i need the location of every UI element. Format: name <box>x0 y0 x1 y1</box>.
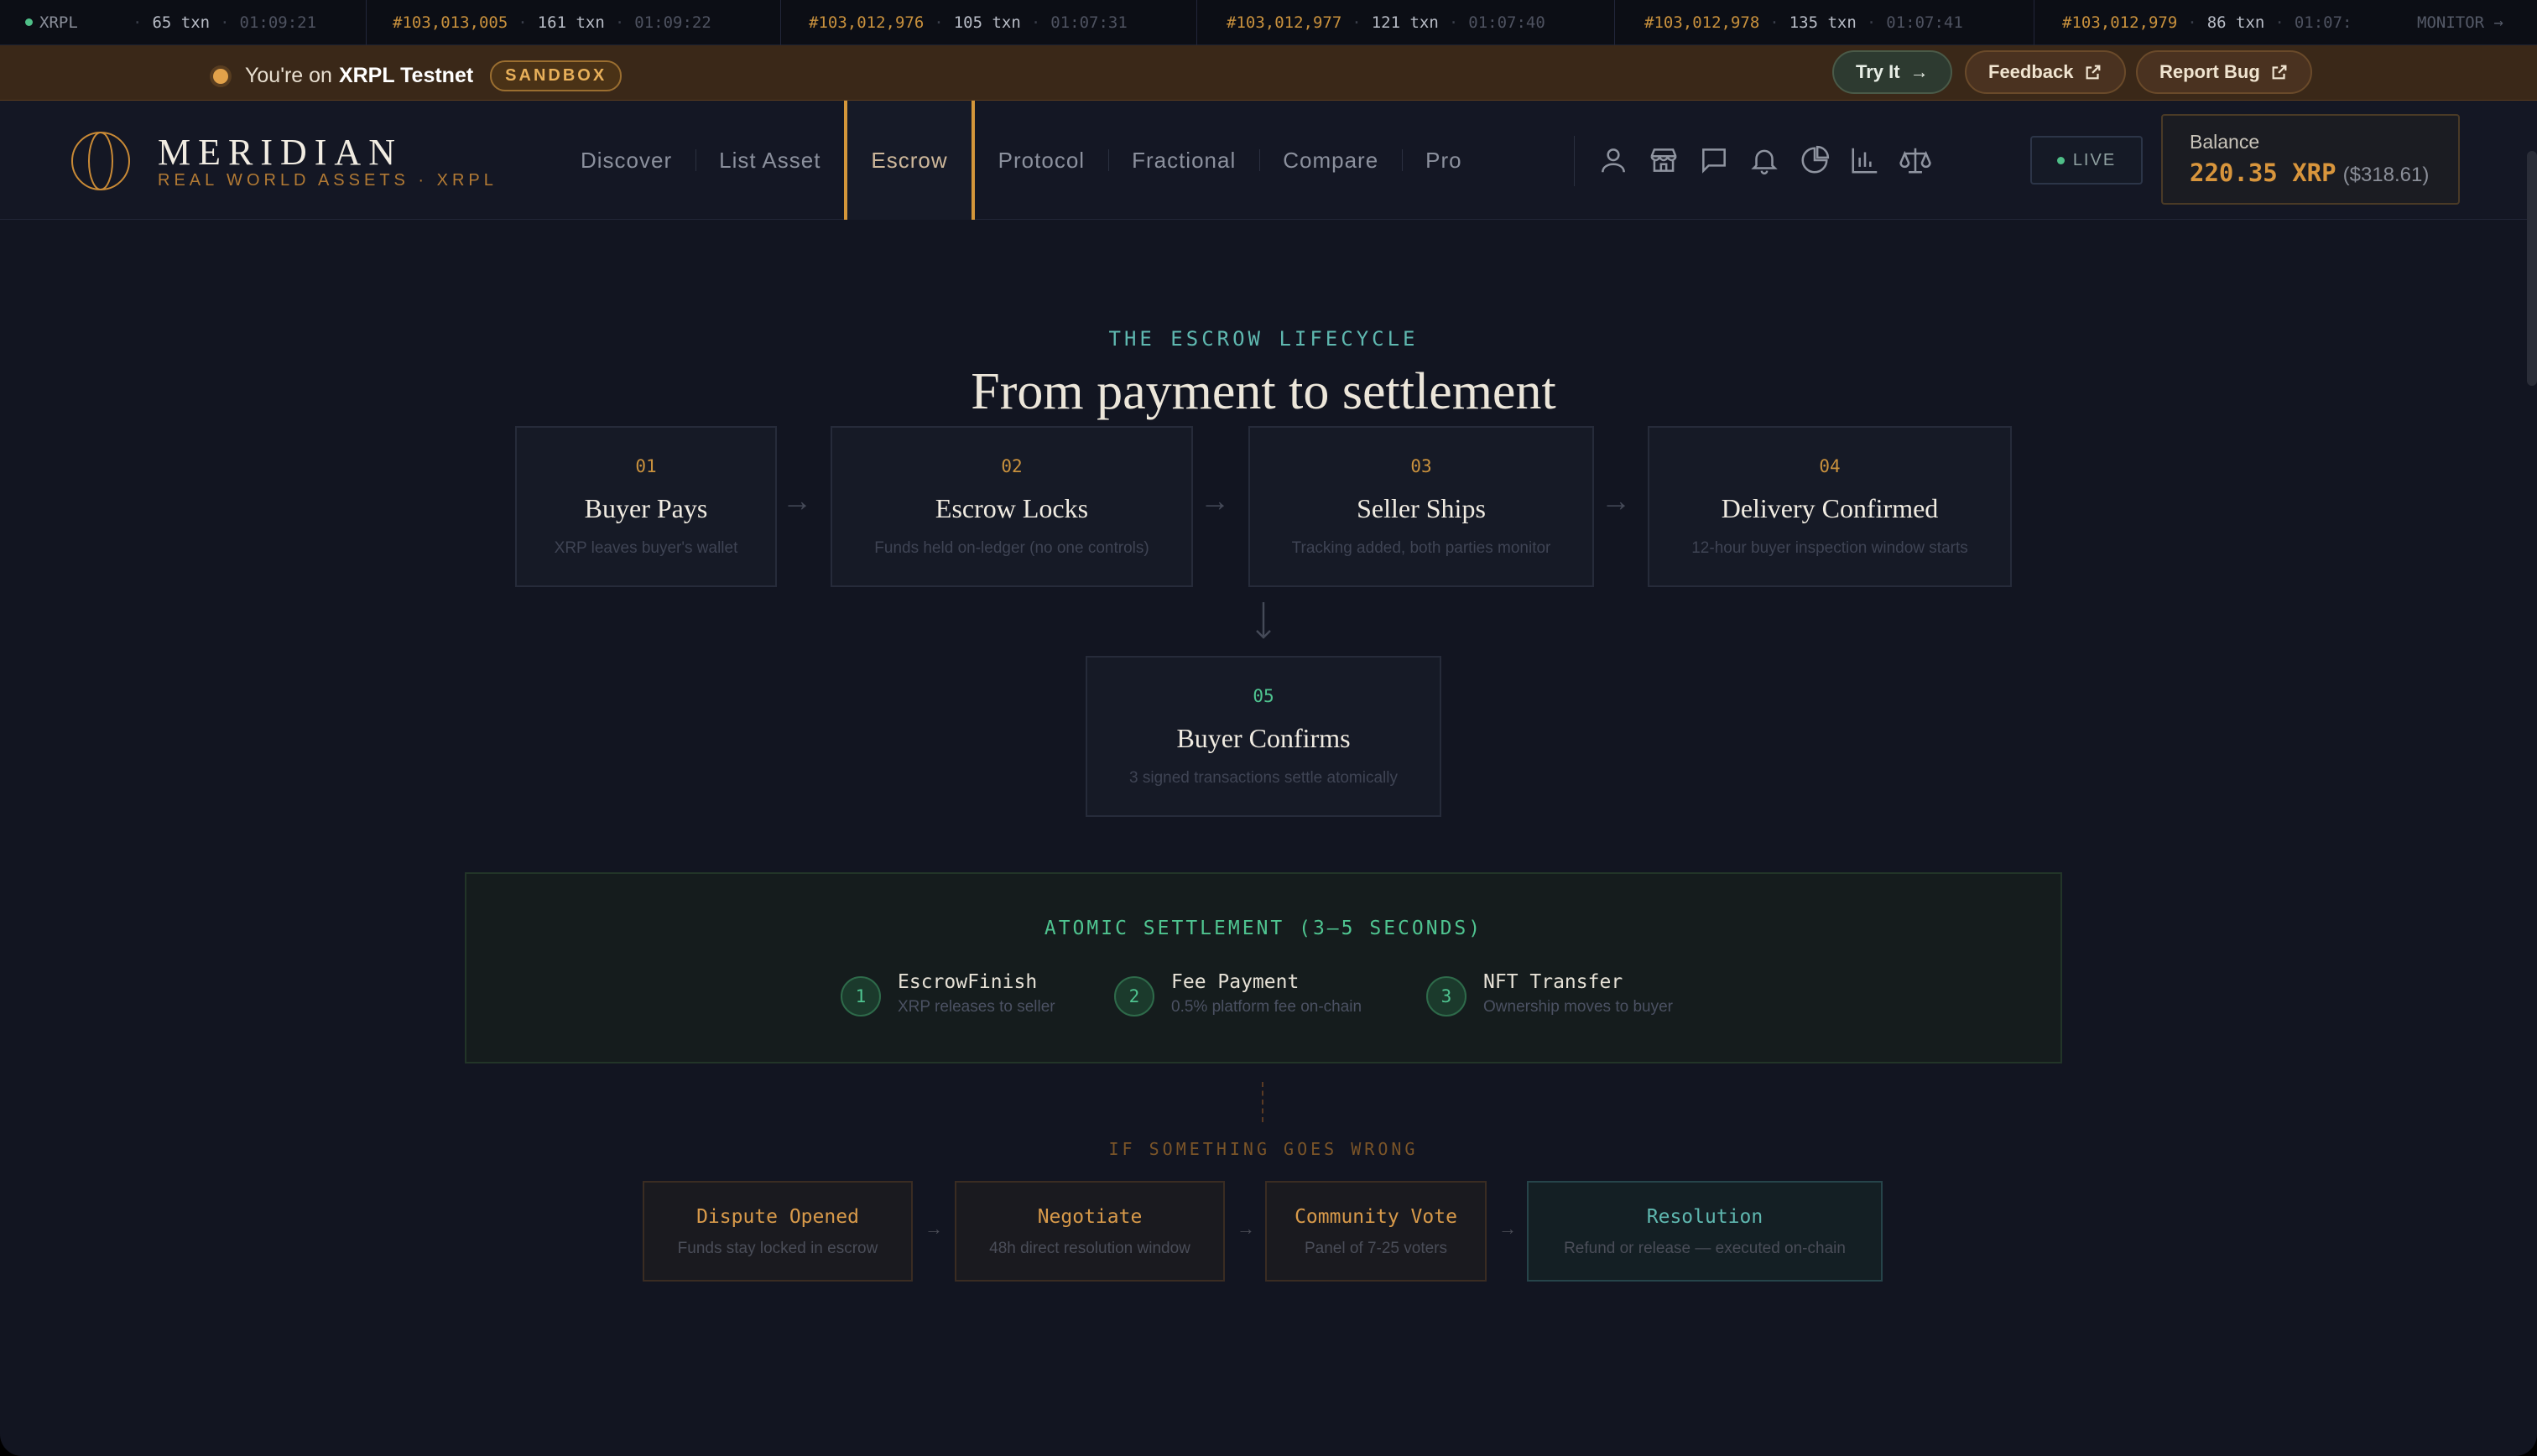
nav-compare[interactable]: Compare <box>1259 101 1402 220</box>
chat-icon[interactable] <box>1698 144 1730 176</box>
ticker-item: #103,013,005 · 161 txn · 01:09:22 <box>393 13 711 32</box>
live-status-badge[interactable]: LIVE <box>2030 136 2143 185</box>
section-title: From payment to settlement <box>971 363 1556 420</box>
lifecycle-step: 04 Delivery Confirmed 12-hour buyer insp… <box>1648 426 2012 587</box>
nav-list-asset[interactable]: List Asset <box>695 101 844 220</box>
main-nav: Discover List Asset Escrow Protocol Frac… <box>557 101 1486 220</box>
brand-name[interactable]: MERIDIAN <box>158 131 403 174</box>
balance-amount: 220.35 XRP <box>2190 159 2336 187</box>
brand-tagline: REAL WORLD ASSETS · XRPL <box>158 171 498 190</box>
external-link-icon <box>2272 65 2287 80</box>
arrow-right-icon: → <box>1237 1218 1255 1239</box>
settlement-tx: 1 EscrowFinish XRP releases to seller <box>841 971 1055 1017</box>
monitor-link[interactable]: MONITOR → <box>2400 13 2503 32</box>
nav-pro[interactable]: Pro <box>1402 101 1485 220</box>
dispute-step: Dispute Opened Funds stay locked in escr… <box>643 1181 913 1282</box>
ledger-ticker: XRPL · 65 txn · 01:09:21 #103,013,005 · 161 t… <box>0 0 2537 45</box>
ticker-item: · 65 txn · 01:09:21 <box>133 13 317 32</box>
try-it-button[interactable]: Try It → <box>1832 50 1952 94</box>
arrow-right-icon: → <box>782 483 812 517</box>
lifecycle-step: 01 Buyer Pays XRP leaves buyer's wallet <box>515 426 777 587</box>
status-dot-icon <box>213 68 228 84</box>
atomic-settlement-panel: ATOMIC SETTLEMENT (3–5 SECONDS) 1 Escrow… <box>465 872 2062 1063</box>
ticker-item: #103,012,978 · 135 txn · 01:07:41 <box>1644 13 1963 32</box>
balance-card[interactable]: Balance 220.35 XRP ($318.61) <box>2161 114 2460 205</box>
balance-usd: ($318.61) <box>2342 164 2430 186</box>
bell-icon[interactable] <box>1748 144 1780 176</box>
dispute-eyebrow: IF SOMETHING GOES WRONG <box>1108 1139 1419 1159</box>
section-eyebrow: THE ESCROW LIFECYCLE <box>1108 327 1419 351</box>
network-name: XRPL Testnet <box>338 64 474 87</box>
bar-chart-icon[interactable] <box>1849 144 1881 176</box>
nav-escrow[interactable]: Escrow <box>844 101 975 220</box>
dispute-step-resolution: Resolution Refund or release — executed … <box>1527 1181 1883 1282</box>
app-window: XRPL · 65 txn · 01:09:21 #103,013,005 · 161 t… <box>0 0 2537 1456</box>
ticker-item: #103,012,979 · 86 txn · 01:07: <box>2062 13 2352 32</box>
pie-chart-icon[interactable] <box>1799 144 1831 176</box>
sandbox-badge: SANDBOX <box>490 60 623 91</box>
balance-label: Balance <box>2190 131 2260 153</box>
ticker-item: #103,012,976 · 105 txn · 01:07:31 <box>809 13 1128 32</box>
live-dot-icon <box>2056 156 2065 164</box>
settlement-tx: 2 Fee Payment 0.5% platform fee on-chain <box>1114 971 1362 1017</box>
header-icon-bar <box>1597 144 1931 176</box>
nav-protocol[interactable]: Protocol <box>975 101 1108 220</box>
feedback-button[interactable]: Feedback <box>1965 50 2126 94</box>
report-bug-button[interactable]: Report Bug <box>2136 50 2312 94</box>
nav-discover[interactable]: Discover <box>557 101 695 220</box>
settlement-tx: 3 NFT Transfer Ownership moves to buyer <box>1426 971 1673 1017</box>
page-scrollbar[interactable] <box>2527 151 2537 386</box>
scale-icon[interactable] <box>1899 144 1931 176</box>
arrow-down-icon <box>1256 602 1271 639</box>
lifecycle-step: 05 Buyer Confirms 3 signed transactions … <box>1086 656 1441 817</box>
ticker-item: #103,012,977 · 121 txn · 01:07:40 <box>1227 13 1545 32</box>
atomic-title: ATOMIC SETTLEMENT (3–5 SECONDS) <box>1044 918 1483 939</box>
external-link-icon <box>2086 65 2100 80</box>
arrow-right-icon: → <box>1601 483 1631 517</box>
arrow-right-icon: → <box>1909 61 1929 82</box>
top-navigation: MERIDIAN REAL WORLD ASSETS · XRPL Discov… <box>0 101 2537 220</box>
dispute-step: Community Vote Panel of 7-25 voters <box>1265 1181 1487 1282</box>
arrow-right-icon: → <box>1498 1218 1517 1239</box>
store-icon[interactable] <box>1648 144 1680 176</box>
live-dot-icon <box>25 18 33 26</box>
arrow-right-icon: → <box>1200 483 1230 517</box>
dispute-step: Negotiate 48h direct resolution window <box>955 1181 1225 1282</box>
arrow-right-icon: → <box>925 1218 943 1239</box>
lifecycle-step: 03 Seller Ships Tracking added, both par… <box>1248 426 1594 587</box>
nav-fractional[interactable]: Fractional <box>1108 101 1259 220</box>
sandbox-banner: You're on XRPL Testnet SANDBOX Try It → F… <box>0 45 2537 101</box>
ticker-network: XRPL <box>25 13 78 32</box>
user-icon[interactable] <box>1597 144 1629 176</box>
meridian-logo-icon[interactable] <box>70 129 131 193</box>
dashed-connector <box>1262 1082 1263 1122</box>
lifecycle-step: 02 Escrow Locks Funds held on-ledger (no… <box>831 426 1193 587</box>
